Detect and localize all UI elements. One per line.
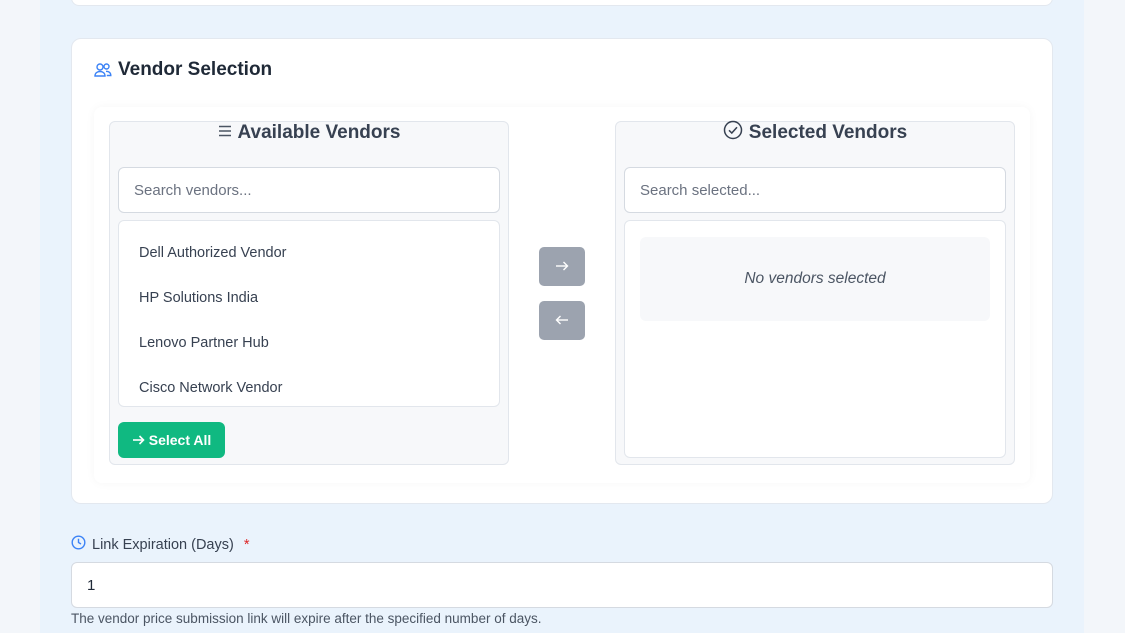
link-expiration-label-text: Link Expiration (Days) [92, 536, 234, 553]
previous-card [71, 0, 1053, 6]
section-title-text: Vendor Selection [118, 59, 273, 80]
selected-vendors-list[interactable]: No vendors selected [624, 220, 1006, 458]
selected-vendors-panel: Selected Vendors No vendors selected [615, 120, 1015, 465]
list-icon [218, 122, 232, 144]
list-item[interactable]: Lenovo Partner Hub [119, 321, 499, 366]
dual-list-container: Available Vendors Dell Authorized Vendor… [94, 107, 1030, 483]
users-icon [94, 62, 112, 78]
link-expiration-label: Link Expiration (Days) * [71, 535, 249, 554]
list-item[interactable]: Dell Authorized Vendor [119, 231, 499, 276]
selected-vendors-header: Selected Vendors [616, 120, 1014, 146]
select-all-button[interactable]: Select All [118, 422, 225, 458]
list-item[interactable]: HP Solutions India [119, 276, 499, 321]
selected-vendors-title: Selected Vendors [748, 122, 908, 143]
vendor-selection-card: Vendor Selection Available Vendors Searc… [71, 38, 1053, 504]
clock-icon [71, 535, 86, 554]
vendor-selection-title: Vendor Selection [94, 59, 272, 81]
move-right-button[interactable] [539, 247, 585, 286]
arrow-right-icon [132, 432, 145, 448]
arrow-right-icon [555, 259, 569, 274]
move-left-button[interactable] [539, 301, 585, 340]
link-expiration-help: The vendor price submission link will ex… [71, 611, 542, 626]
arrow-left-icon [555, 313, 569, 328]
link-expiration-input[interactable] [71, 562, 1053, 608]
required-marker: * [243, 536, 250, 553]
list-item[interactable]: Cisco Network Vendor [119, 366, 499, 406]
available-vendors-panel: Available Vendors Dell Authorized Vendor… [109, 121, 509, 465]
empty-selection-message: No vendors selected [640, 237, 990, 321]
page-container: Vendor Selection Available Vendors Searc… [40, 0, 1084, 633]
check-circle-icon [723, 120, 743, 146]
available-vendors-list[interactable]: Dell Authorized Vendor HP Solutions Indi… [118, 220, 500, 407]
select-all-label: Select All [148, 432, 212, 448]
available-vendors-header: Available Vendors [110, 122, 508, 144]
search-selected-input[interactable] [624, 167, 1006, 213]
search-vendors-input[interactable] [118, 167, 500, 213]
available-vendors-title: Available Vendors [237, 122, 401, 143]
